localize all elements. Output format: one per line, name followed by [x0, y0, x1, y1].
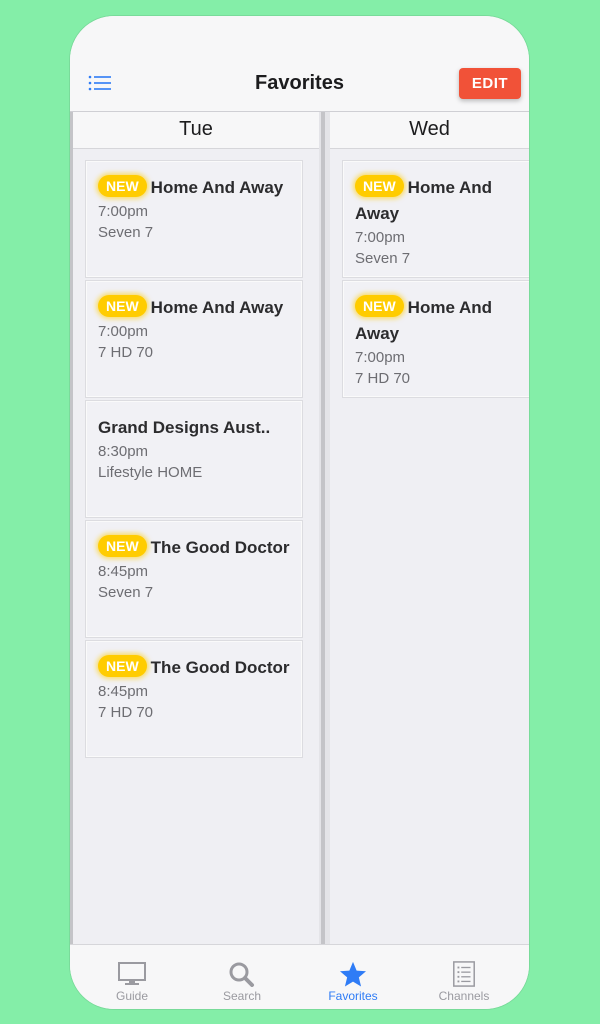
star-icon — [340, 961, 366, 987]
program-card[interactable]: Grand Designs Aust.. 8:30pm Lifestyle HO… — [85, 400, 303, 518]
new-badge: NEW — [98, 655, 147, 677]
program-time: 8:45pm — [98, 683, 149, 700]
new-badge: NEW — [98, 175, 147, 197]
new-badge: NEW — [355, 175, 404, 197]
program-title-line: NEW The Good Doctor — [98, 535, 292, 561]
program-channel: 7 HD 70 — [355, 370, 411, 387]
channel-list-icon — [453, 961, 475, 987]
edit-button[interactable]: EDIT — [459, 68, 521, 99]
program-channel: Seven 7 — [355, 250, 411, 267]
program-channel: 7 HD 70 — [98, 344, 154, 361]
program-card[interactable]: NEW The Good Doctor 8:45pm 7 HD 70 — [85, 640, 303, 758]
tab-bar: Guide Search Favorites Channels — [70, 944, 529, 1009]
program-time: 7:00pm — [98, 323, 149, 340]
program-title: Grand Designs Aust.. — [98, 418, 271, 437]
program-title: The Good Doctor — [150, 658, 290, 677]
tab-guide[interactable]: Guide — [82, 945, 182, 1005]
program-time: 7:00pm — [355, 349, 406, 366]
program-title-line: NEW Home And Away — [98, 175, 292, 201]
tab-label: Guide — [115, 989, 149, 1003]
program-channel: Seven 7 — [98, 584, 154, 601]
program-card[interactable]: NEW The Good Doctor 8:45pm Seven 7 — [85, 520, 303, 638]
day-header-wed: Wed — [330, 112, 529, 149]
day-column-wed[interactable]: Wed NEW Home And Away 7:00pm Seven 7 NEW H… — [330, 112, 529, 944]
program-title-line: NEW Home And Away — [355, 175, 529, 227]
program-time: 8:30pm — [98, 443, 149, 460]
program-title-line: NEW The Good Doctor — [98, 655, 292, 681]
card-list-wed: NEW Home And Away 7:00pm Seven 7 NEW Home … — [342, 160, 529, 400]
program-card[interactable]: NEW Home And Away 7:00pm 7 HD 70 — [342, 280, 529, 398]
tv-monitor-icon — [118, 962, 146, 985]
program-card[interactable]: NEW Home And Away 7:00pm 7 HD 70 — [85, 280, 303, 398]
program-title-line: NEW Home And Away — [98, 295, 292, 321]
tab-favorites[interactable]: Favorites — [303, 945, 403, 1005]
magnifier-icon — [229, 962, 254, 987]
tab-search[interactable]: Search — [192, 945, 292, 1005]
program-title-line: NEW Home And Away — [355, 295, 529, 347]
tab-label: Search — [222, 989, 262, 1003]
nav-header: Favorites EDIT — [70, 16, 529, 112]
column-divider — [319, 112, 330, 944]
new-badge: NEW — [98, 295, 147, 317]
phone-frame: Favorites EDIT Tue NEW Home And Away 7:00… — [70, 16, 529, 1009]
program-title: Home And Away — [150, 298, 284, 317]
program-time: 8:45pm — [98, 563, 149, 580]
tab-channels[interactable]: Channels — [414, 945, 514, 1005]
new-badge: NEW — [98, 535, 147, 557]
program-title: Home And Away — [150, 178, 284, 197]
program-channel: 7 HD 70 — [98, 704, 154, 721]
day-header-tue: Tue — [73, 112, 319, 149]
day-column-tue[interactable]: Tue NEW Home And Away 7:00pm Seven 7 NEW H… — [73, 112, 319, 944]
program-time: 7:00pm — [355, 229, 406, 246]
program-channel: Lifestyle HOME — [98, 464, 203, 481]
program-card[interactable]: NEW Home And Away 7:00pm Seven 7 — [85, 160, 303, 278]
program-channel: Seven 7 — [98, 224, 154, 241]
program-card[interactable]: NEW Home And Away 7:00pm Seven 7 — [342, 160, 529, 278]
favorites-content[interactable]: Tue NEW Home And Away 7:00pm Seven 7 NEW H… — [70, 112, 529, 944]
program-time: 7:00pm — [98, 203, 149, 220]
program-title: The Good Doctor — [150, 538, 290, 557]
new-badge: NEW — [355, 295, 404, 317]
tab-label: Favorites — [328, 989, 378, 1003]
card-list-tue: NEW Home And Away 7:00pm Seven 7 NEW Home … — [85, 160, 303, 760]
tab-label: Channels — [438, 989, 490, 1003]
